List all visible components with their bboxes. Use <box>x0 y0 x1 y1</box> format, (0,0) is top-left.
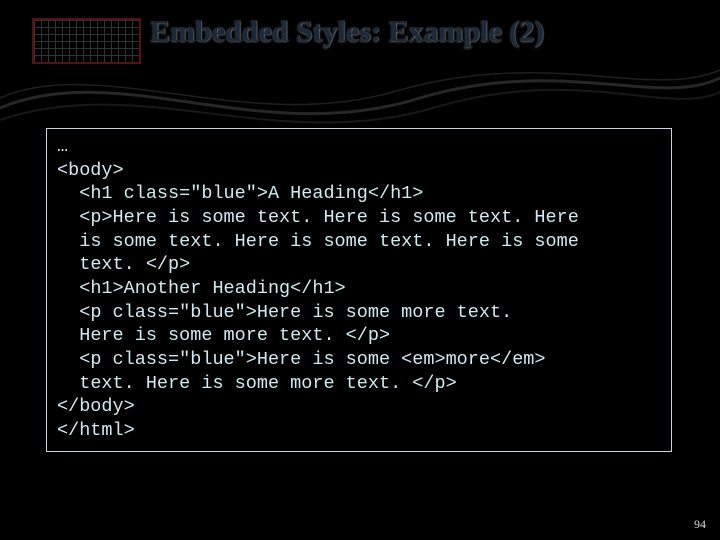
code-content: … <body> <h1 class="blue">A Heading</h1>… <box>57 135 661 443</box>
code-example-box: … <body> <h1 class="blue">A Heading</h1>… <box>46 128 672 452</box>
slide: Embedded Styles: Example (2) … <body> <h… <box>0 0 720 540</box>
decorative-corner-box <box>32 18 141 64</box>
page-number: 94 <box>694 517 706 532</box>
slide-title: Embedded Styles: Example (2) <box>150 14 700 50</box>
